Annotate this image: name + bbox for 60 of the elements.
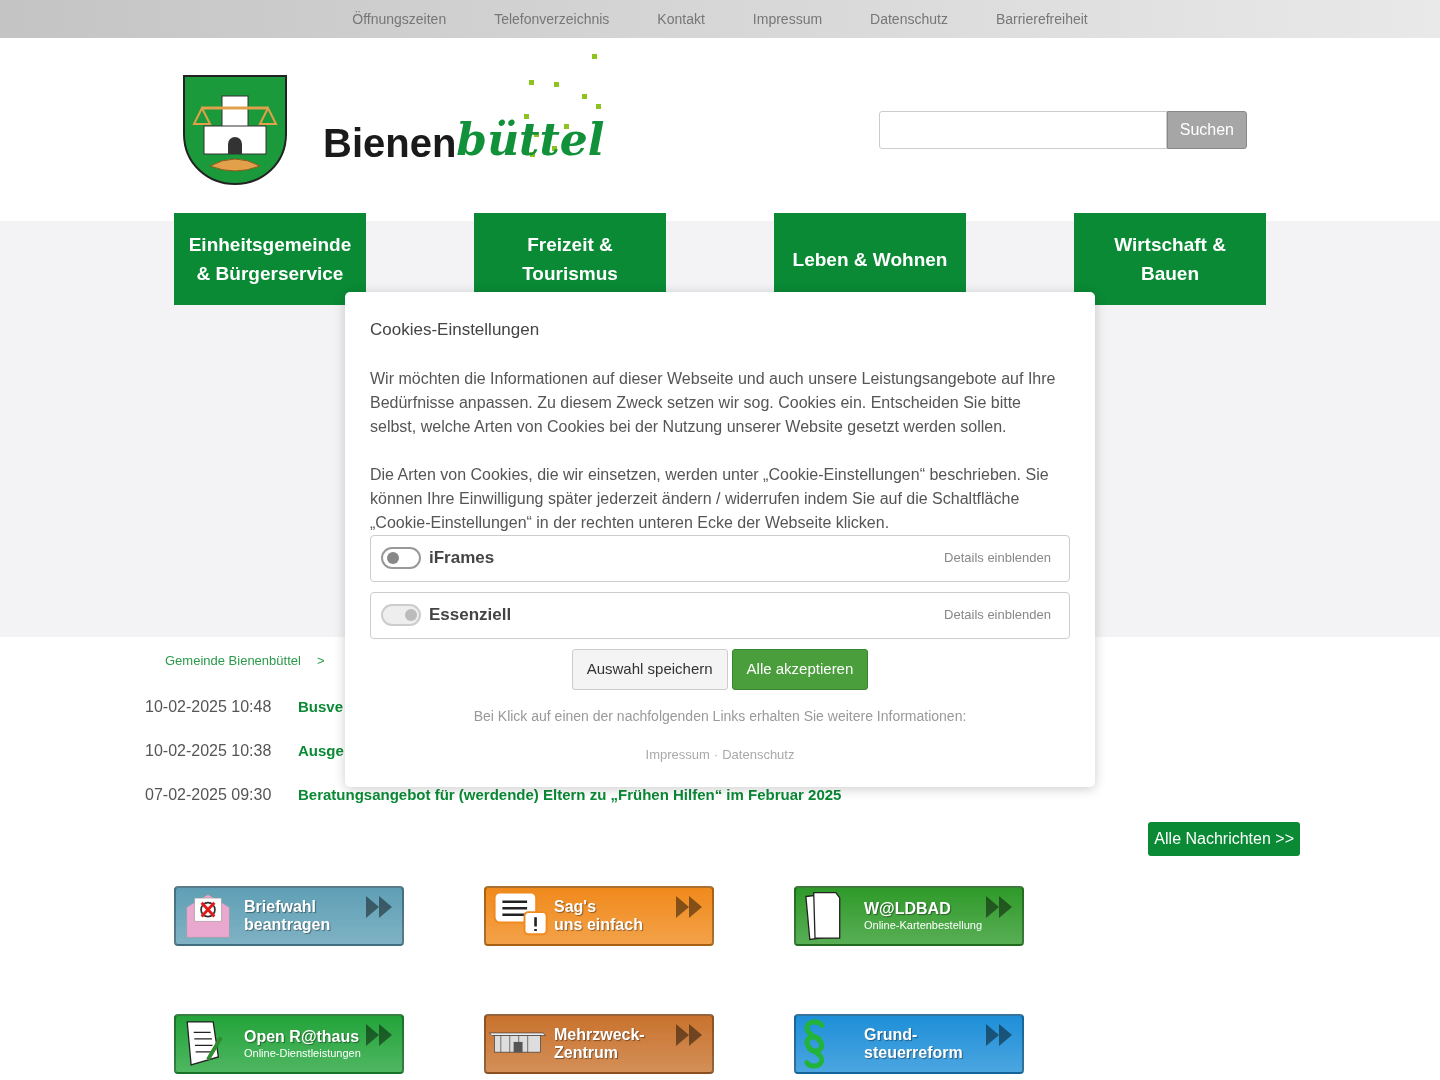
banner-title: Sag's — [554, 897, 597, 916]
nav-tile[interactable]: Wirtschaft & Bauen — [1074, 213, 1266, 305]
nav-tile[interactable]: Einheitsgemeinde & Bürgerservice — [174, 213, 366, 305]
info-text: Bei Klick auf einen der nachfolgenden Links erhalten Sie weitere Informationen: — [472, 706, 968, 726]
toggle-switch[interactable] — [381, 547, 421, 569]
banner-link[interactable]: Briefwahl beantragen — [174, 886, 404, 946]
top-link[interactable]: Kontakt — [657, 8, 705, 30]
banner-link[interactable]: Grund- steuerreform — [794, 1014, 1024, 1074]
double-arrow-icon — [676, 896, 704, 918]
breadcrumb-separator: > — [316, 652, 325, 671]
banner-title: Zentrum — [554, 1044, 618, 1063]
news-title[interactable]: Ausge — [298, 739, 344, 763]
double-arrow-icon — [366, 896, 394, 918]
accept-all-button[interactable]: Alle akzeptieren — [731, 648, 869, 690]
category-label: iFrames — [429, 547, 495, 570]
news-title[interactable]: Busve — [298, 695, 344, 719]
search-button[interactable]: Suchen — [1166, 110, 1247, 149]
double-arrow-icon — [366, 1024, 394, 1046]
banner-link[interactable]: W@LDBAD Online-Kartenbestellung — [794, 886, 1024, 946]
banner-link[interactable]: Sag's uns einfach — [484, 886, 714, 946]
dialog-text: Die Arten von Cookies, die wir einsetzen, werden unter „Cookie-Einstellungen“ beschrieben. Sie können Ihre Einwilligung später jederzeit ändern / widerrufen indem Sie auf die Schaltfläche „Cookie-Einstellungen“ in der rechten unteren Ecke der Webseite klicken. — [370, 464, 1050, 533]
banner-subtitle: Online-Kartenbestellung — [864, 918, 983, 932]
banner-link[interactable]: Mehrzweck- Zentrum — [484, 1014, 714, 1074]
top-link[interactable]: Öffnungszeiten — [352, 8, 447, 30]
dialog-title: Cookies-Einstellungen — [370, 319, 541, 341]
category-label: Essenziell — [429, 604, 512, 627]
news-date: 10-02-2025 10:38 — [145, 741, 273, 761]
logo-wordmark: büttel — [456, 112, 605, 167]
banner-subtitle: Online-Dienstleistungen — [244, 1046, 361, 1060]
banner-title: Open R@thaus — [244, 1028, 360, 1047]
banner-link[interactable]: Open R@thaus Online-Dienstleistungen — [174, 1014, 404, 1074]
dialog-text: Wir möchten die Informationen auf dieser Webseite und auch unsere Leistungsangebote auf Ihre Bedürfnisse anpassen. Zu diesem Zweck setzen wir sog. Cookies ein. Entscheiden Sie bitte selbst, welche Arten von Cookies bei der Nutzung unserer Website gesetzt werden sollen. — [370, 368, 1057, 437]
details-link[interactable]: Details einblenden — [944, 548, 1051, 568]
footer-link[interactable]: Datenschutz — [722, 744, 795, 764]
news-date: 07-02-2025 09:30 — [145, 785, 273, 805]
top-link[interactable]: Impressum — [752, 8, 823, 30]
search-field[interactable] — [878, 110, 1167, 149]
top-link[interactable]: Datenschutz — [870, 8, 948, 30]
banner-title: Briefwahl — [244, 897, 316, 916]
banner-title: Mehrzweck- — [554, 1025, 645, 1044]
all-news-button[interactable]: Alle Nachrichten >> — [1148, 822, 1300, 856]
footer-link[interactable]: Impressum — [645, 744, 710, 764]
top-link[interactable]: Barrierefreiheit — [995, 8, 1088, 30]
news-title[interactable]: Beratungsangebot für (werdende) Eltern zu „Frühen Hilfen“ im Februar 2025 — [298, 783, 842, 807]
double-arrow-icon — [676, 1024, 704, 1046]
breadcrumb-link[interactable]: Gemeinde Bienenbüttel — [165, 651, 301, 671]
banner-title: uns einfach — [554, 916, 643, 935]
logo-wordmark: Bienen — [323, 119, 457, 167]
banner-title: W@LDBAD — [864, 900, 951, 919]
banner-title: steuerreform — [864, 1044, 963, 1063]
section-sign-icon — [802, 1018, 827, 1070]
banner-title: Grund- — [864, 1025, 918, 1044]
banner-title: beantragen — [244, 916, 331, 935]
double-arrow-icon — [986, 896, 1014, 918]
save-selection-button[interactable]: Auswahl speichern — [571, 648, 728, 690]
link-separator: · — [713, 745, 719, 764]
coat-of-arms-icon — [182, 73, 288, 186]
double-arrow-icon — [986, 1024, 1014, 1046]
news-date: 10-02-2025 10:48 — [145, 697, 273, 717]
top-link[interactable]: Telefonverzeichnis — [494, 8, 610, 30]
